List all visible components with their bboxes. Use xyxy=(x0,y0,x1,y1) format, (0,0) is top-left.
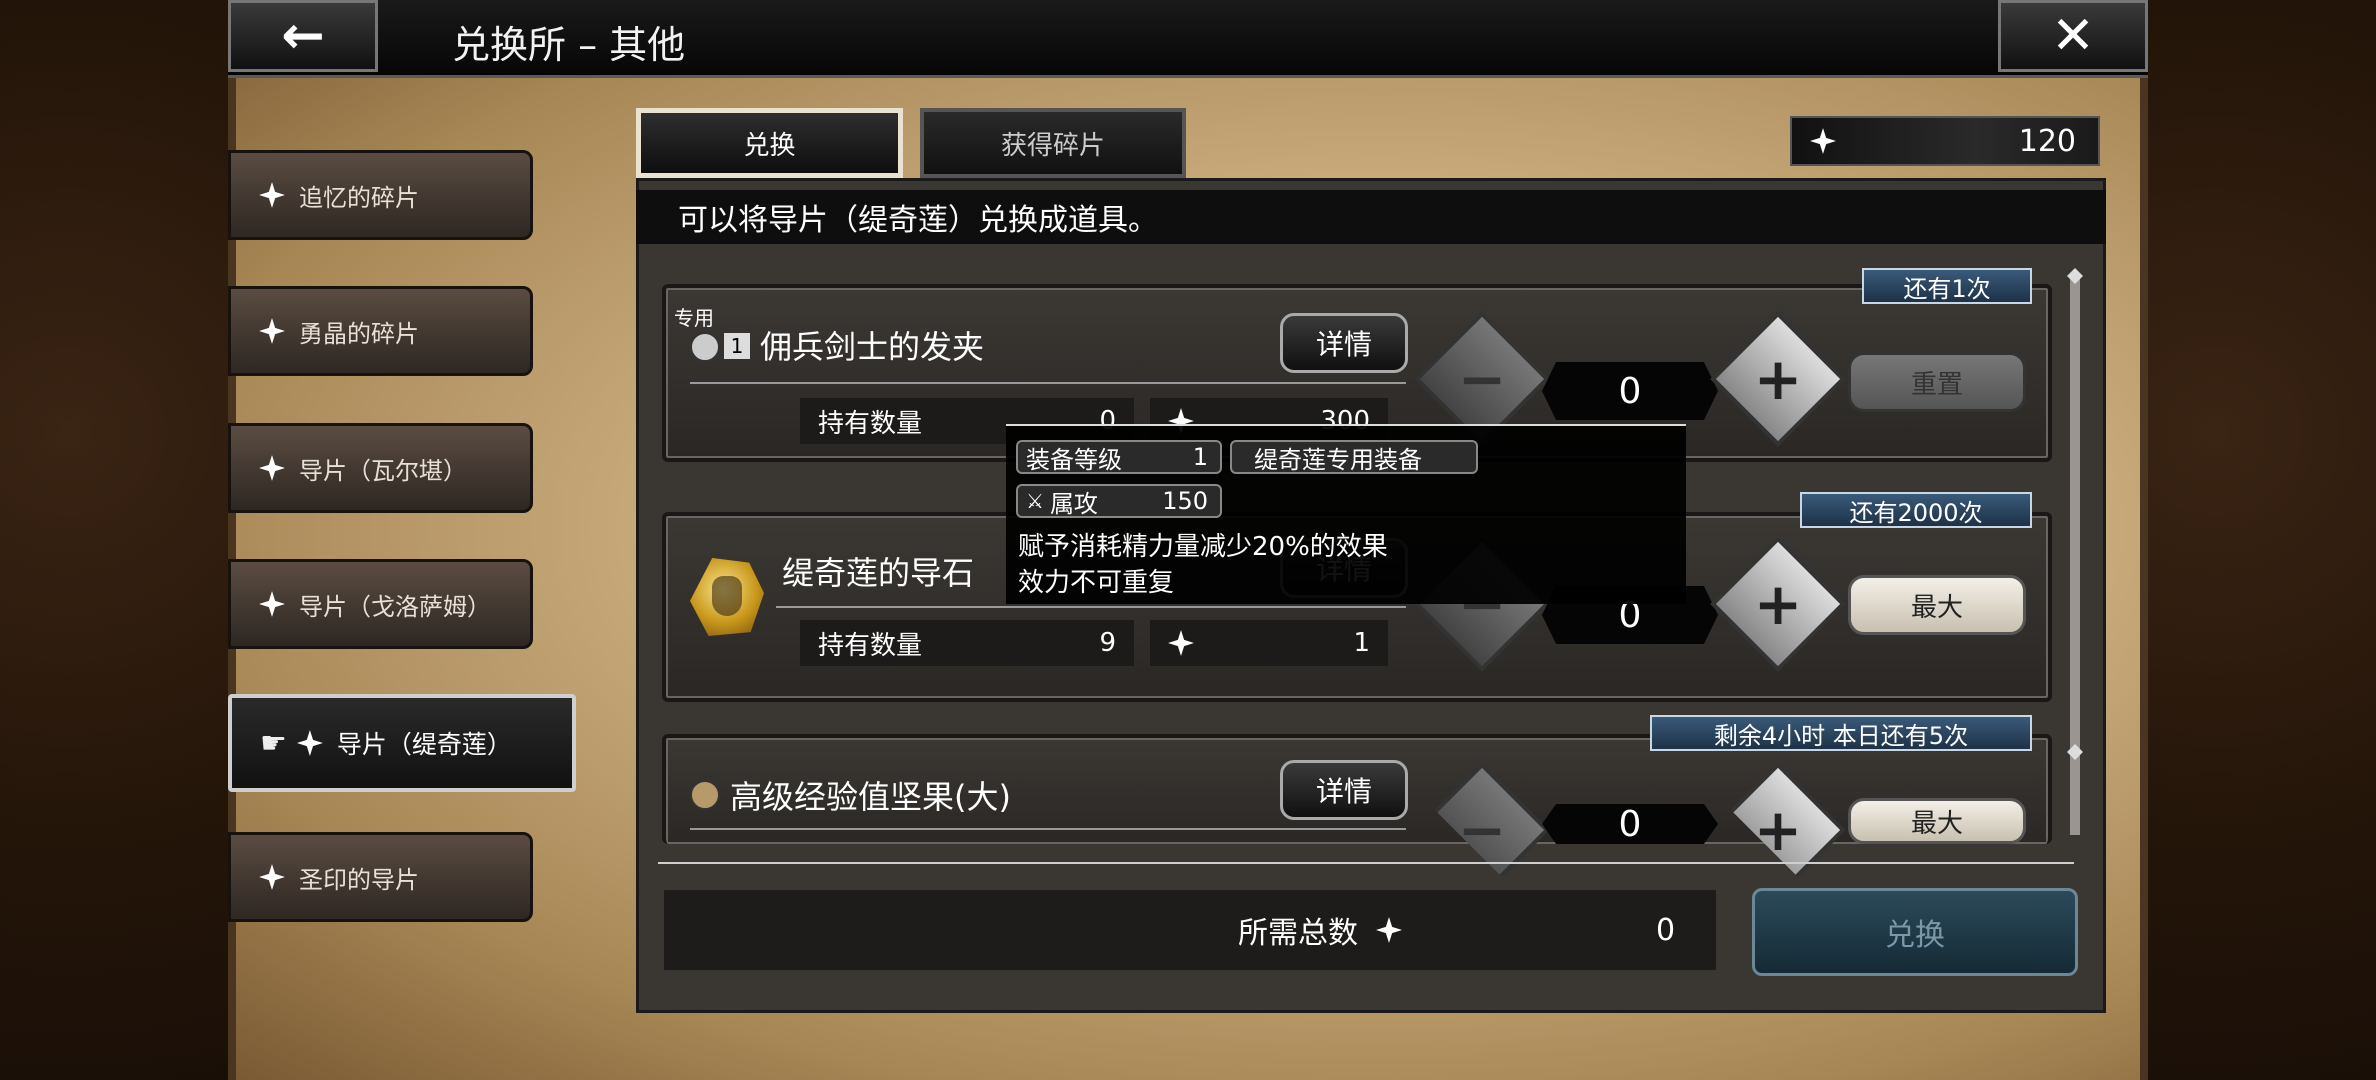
pointing-hand-icon: ☛ xyxy=(260,725,287,761)
exclusive-label: 专用 xyxy=(674,306,714,330)
total-value: 0 xyxy=(1656,912,1676,948)
row-divider xyxy=(776,606,1406,608)
owned-quantity: 持有数量 9 xyxy=(800,620,1134,666)
max-button[interactable]: 最大 xyxy=(1848,575,2026,635)
reset-button[interactable]: 重置 xyxy=(1848,352,2026,412)
nut-icon xyxy=(690,780,720,810)
back-button[interactable]: ← xyxy=(228,0,378,72)
currency-amount: 120 xyxy=(2018,123,2076,159)
cost-value: 1 xyxy=(1353,628,1370,658)
item-name: 缇奇莲的导石 xyxy=(782,554,975,592)
plus-icon: + xyxy=(1753,570,1803,638)
quantity-counter: 0 xyxy=(1542,362,1718,420)
instruction-text: 可以将导片（缇奇莲）兑换成道具。 xyxy=(636,190,2106,244)
owned-value: 9 xyxy=(1099,628,1116,658)
equip-level-tag: 装备等级 1 xyxy=(1016,440,1222,474)
close-button[interactable]: ✕ xyxy=(1998,0,2148,72)
sidebar-item-brave-crystal-shards[interactable]: 勇晶的碎片 xyxy=(228,286,533,376)
tab-get-shards[interactable]: 获得碎片 xyxy=(920,108,1186,178)
exclusive-equip-tag: 缇奇莲专用装备 xyxy=(1230,440,1478,474)
plus-icon: + xyxy=(1753,345,1803,413)
detail-label: 详情 xyxy=(1315,775,1372,808)
row-divider xyxy=(690,828,1406,830)
rank-badge: 1 xyxy=(724,333,750,359)
max-label: 最大 xyxy=(1910,808,1963,839)
item-detail-tooltip: 装备等级 1 缇奇莲专用装备 ⚔ 属攻 150 赋予消耗精力量减少20%的效果 … xyxy=(1006,424,1686,604)
owned-label: 持有数量 xyxy=(818,630,923,661)
tab-label: 获得碎片 xyxy=(1000,130,1105,161)
detail-button[interactable]: 详情 xyxy=(1280,760,1408,820)
cost-box: 1 xyxy=(1150,620,1388,666)
total-cost-bar: 所需总数 0 xyxy=(664,890,1716,970)
minus-icon: − xyxy=(1457,345,1507,413)
effect-line-2: 效力不可重复 xyxy=(1018,568,1175,598)
detail-label: 详情 xyxy=(1315,328,1372,361)
background-left xyxy=(0,0,228,1080)
sidebar-item-memory-shards[interactable]: 追忆的碎片 xyxy=(228,150,533,240)
sidebar-item-guide-shard-golosam[interactable]: 导片（戈洛萨姆） xyxy=(228,559,533,649)
currency-display: 120 xyxy=(1790,116,2100,166)
total-label: 所需总数 xyxy=(1238,916,1358,951)
back-arrow-icon: ← xyxy=(281,6,325,66)
remaining-badge: 还有2000次 xyxy=(1800,492,2032,528)
remaining-badge: 剩余4小时 本日还有5次 xyxy=(1650,715,2032,751)
detail-button[interactable]: 详情 xyxy=(1280,313,1408,373)
equip-level-label: 装备等级 xyxy=(1026,445,1122,474)
sidebar-item-label: 导片（瓦尔堪） xyxy=(299,456,467,485)
shard-icon xyxy=(259,864,285,890)
page-title: 兑换所 – 其他 xyxy=(452,23,686,67)
close-icon: ✕ xyxy=(2051,6,2095,66)
quantity-counter: 0 xyxy=(1542,804,1718,844)
attribute-attack-tag: ⚔ 属攻 150 xyxy=(1016,484,1222,518)
exchange-label: 兑换 xyxy=(1885,918,1945,953)
sidebar-item-label: 导片（戈洛萨姆） xyxy=(299,592,491,621)
sidebar-item-guide-shard-valkan[interactable]: 导片（瓦尔堪） xyxy=(228,423,533,513)
sidebar-item-label: 导片（缇奇莲） xyxy=(336,730,512,759)
list-bottom-divider xyxy=(658,862,2074,864)
attack-icon: ⚔ xyxy=(1026,489,1044,513)
effect-line-1: 赋予消耗精力量减少20%的效果 xyxy=(1018,532,1388,562)
row-divider xyxy=(690,382,1406,384)
item-name: 佣兵剑士的发夹 xyxy=(760,328,985,366)
shard-icon xyxy=(296,730,323,756)
sidebar-item-holy-seal-shard[interactable]: 圣印的导片 xyxy=(228,832,533,922)
remaining-badge: 还有1次 xyxy=(1862,268,2032,304)
shard-currency-icon xyxy=(1810,128,1836,154)
max-button[interactable]: 最大 xyxy=(1848,798,2026,844)
tab-label: 兑换 xyxy=(743,130,796,161)
shard-icon xyxy=(259,182,285,208)
max-label: 最大 xyxy=(1910,592,1963,623)
item-name: 高级经验值坚果(大) xyxy=(730,778,1011,816)
tab-exchange[interactable]: 兑换 xyxy=(636,108,903,178)
exchange-button[interactable]: 兑换 xyxy=(1752,888,2078,976)
sidebar-item-guide-shard-tikilen[interactable]: ☛ 导片（缇奇莲） xyxy=(228,694,576,792)
equip-level-value: 1 xyxy=(1192,443,1208,471)
equipment-type-icon xyxy=(690,332,720,362)
shard-total-icon xyxy=(1376,917,1402,943)
sidebar-item-label: 圣印的导片 xyxy=(299,865,419,894)
attribute-value: 150 xyxy=(1162,487,1208,515)
reset-label: 重置 xyxy=(1910,369,1963,400)
sidebar-item-label: 勇晶的碎片 xyxy=(299,319,419,348)
shard-cost-icon xyxy=(1168,630,1194,656)
sidebar-item-label: 追忆的碎片 xyxy=(299,183,419,212)
owned-label: 持有数量 xyxy=(818,408,923,439)
background-right xyxy=(2148,0,2376,1080)
shard-icon xyxy=(259,591,285,617)
shard-icon xyxy=(259,318,285,344)
exclusive-equip-label: 缇奇莲专用装备 xyxy=(1254,445,1422,474)
shard-icon xyxy=(259,455,285,481)
attribute-label: 属攻 xyxy=(1049,489,1098,518)
